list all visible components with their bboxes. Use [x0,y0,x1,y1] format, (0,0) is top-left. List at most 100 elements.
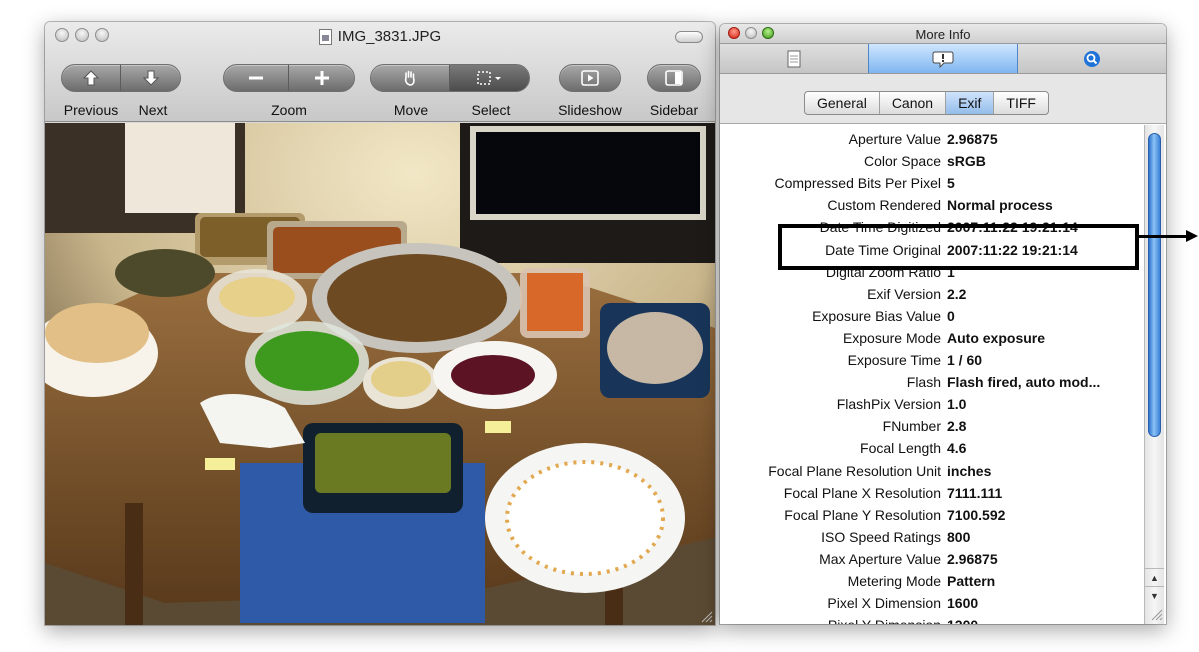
exif-row: Focal Plane Resolution Unit inches [720,460,1142,482]
preview-window: IMG_3831.JPG Previous Next Zoom Move Sel… [45,22,715,625]
exif-value: 1.0 [947,396,967,413]
zoom-segment [223,64,355,92]
select-marquee-icon [476,71,501,85]
exif-key: Exposure Mode [842,329,941,346]
next-button[interactable] [121,65,180,91]
tool-segment [370,64,530,92]
zoom-in-icon [314,71,329,85]
exif-key: Max Aperture Value [819,550,941,567]
previous-arrow-icon [82,70,100,86]
tab-keywords[interactable] [1018,44,1166,73]
exif-key: Focal Plane Resolution Unit [768,462,941,479]
annotation-arrow-head-icon [1186,230,1198,242]
exif-value: 2.96875 [947,550,998,567]
exif-row: Max Aperture Value 2.96875 [720,548,1142,570]
exif-row: Pixel X Dimension 1600 [720,592,1142,614]
exif-value: 1600 [947,595,979,612]
tab-general-info[interactable] [720,44,868,73]
exif-row: Flash Flash fired, auto mod... [720,371,1142,393]
exif-scrollbar[interactable]: ▲ ▼ [1144,125,1164,624]
exif-row: Focal Length 4.6 [720,437,1142,459]
exif-list[interactable]: Aperture Value 2.96875 Color Space sRGB Comp… [720,125,1142,624]
sidebar-segment [647,64,701,92]
select-label: Select [471,102,511,118]
annotation-arrow-line [1139,235,1189,238]
sidebar-label: Sidebar [649,102,699,118]
info-window-title: More Info [915,27,971,42]
tab-general[interactable]: General [805,92,880,114]
exif-row: Exposure Time 1 / 60 [720,349,1142,371]
exif-value: 2.8 [947,418,967,435]
exif-value: 7100.592 [947,506,1006,523]
exif-key: Exposure Bias Value [812,307,941,324]
exif-value: 7111.111 [947,484,1003,501]
more-info-window: More Info General Canon Exif TIFF Apertu… [720,24,1166,624]
zoom-out-button[interactable] [224,65,289,91]
tab-tiff[interactable]: TIFF [994,92,1048,114]
exif-row: Exposure Mode Auto exposure [720,327,1142,349]
zoom-out-icon [249,76,263,80]
exif-key: Exif Version [867,285,941,302]
resize-grip-icon[interactable] [701,611,713,623]
exif-value: inches [947,462,992,479]
toolbar-toggle-button[interactable] [675,31,703,43]
exif-row: Metering Mode Pattern [720,570,1142,592]
exif-key: ISO Speed Ratings [821,528,941,545]
photo-canvas[interactable] [45,123,715,625]
exif-row: Custom Rendered Normal process [720,194,1142,216]
move-tool-button[interactable] [371,65,450,91]
slideshow-button[interactable] [560,65,620,91]
exif-value: Pattern [947,573,996,589]
exif-value: 2.2 [947,285,967,302]
annotation-highlight-box [778,224,1139,270]
scroll-up-arrow[interactable]: ▲ [1145,568,1164,586]
exif-row: FNumber 2.8 [720,415,1142,437]
zoom-in-button[interactable] [289,65,354,91]
search-icon [1084,50,1100,67]
slideshow-icon [581,70,599,86]
navigation-segment [61,64,181,92]
exif-key: FlashPix Version [836,396,941,413]
window-title: IMG_3831.JPG [45,28,715,45]
exif-value: 5 [947,175,955,192]
scroll-thumb[interactable] [1148,133,1161,437]
exif-row: Compressed Bits Per Pixel 5 [720,172,1142,194]
exif-key: Compressed Bits Per Pixel [774,175,941,192]
info-icon-tabs [720,44,1166,74]
exif-key: Focal Plane X Resolution [783,484,941,501]
exif-value: 2.96875 [947,131,998,147]
next-label: Next [138,102,168,118]
exif-row: FlashPix Version 1.0 [720,393,1142,415]
next-arrow-icon [142,70,159,86]
info-titlebar: More Info [720,24,1166,44]
previous-label: Previous [63,102,119,118]
info-resize-grip-icon[interactable] [1151,609,1163,621]
exif-row: Focal Plane X Resolution 7111.111 [720,482,1142,504]
exif-key: Flash [906,374,941,391]
exif-row: Pixel Y Dimension 1200 [720,614,1142,624]
exif-row: Aperture Value 2.96875 [720,128,1142,150]
exif-row: Color Space sRGB [720,150,1142,172]
exif-key: Metering Mode [847,573,941,589]
exif-value: Auto exposure [947,329,1046,346]
document-proxy-icon[interactable] [318,28,332,45]
exif-value: 1200 [947,617,978,624]
window-title-text: IMG_3831.JPG [337,28,442,45]
sidebar-button[interactable] [648,65,700,91]
tab-canon[interactable]: Canon [880,92,947,114]
exif-key: Custom Rendered [827,197,941,214]
exif-key: Color Space [863,153,941,170]
tab-exif[interactable]: Exif [946,92,995,114]
metadata-tabs: General Canon Exif TIFF [804,91,1049,115]
scroll-down-arrow[interactable]: ▼ [1145,586,1164,604]
previous-button[interactable] [62,65,122,91]
exif-key: Focal Plane Y Resolution [784,506,941,523]
slideshow-label: Slideshow [558,102,622,118]
tab-details[interactable] [868,44,1018,73]
exif-key: Focal Length [860,440,941,457]
sidebar-icon [665,70,683,86]
exif-value: Flash fired, auto mod... [947,374,1101,391]
select-tool-button[interactable] [450,65,529,91]
hand-icon [404,70,415,86]
document-icon [787,50,801,67]
